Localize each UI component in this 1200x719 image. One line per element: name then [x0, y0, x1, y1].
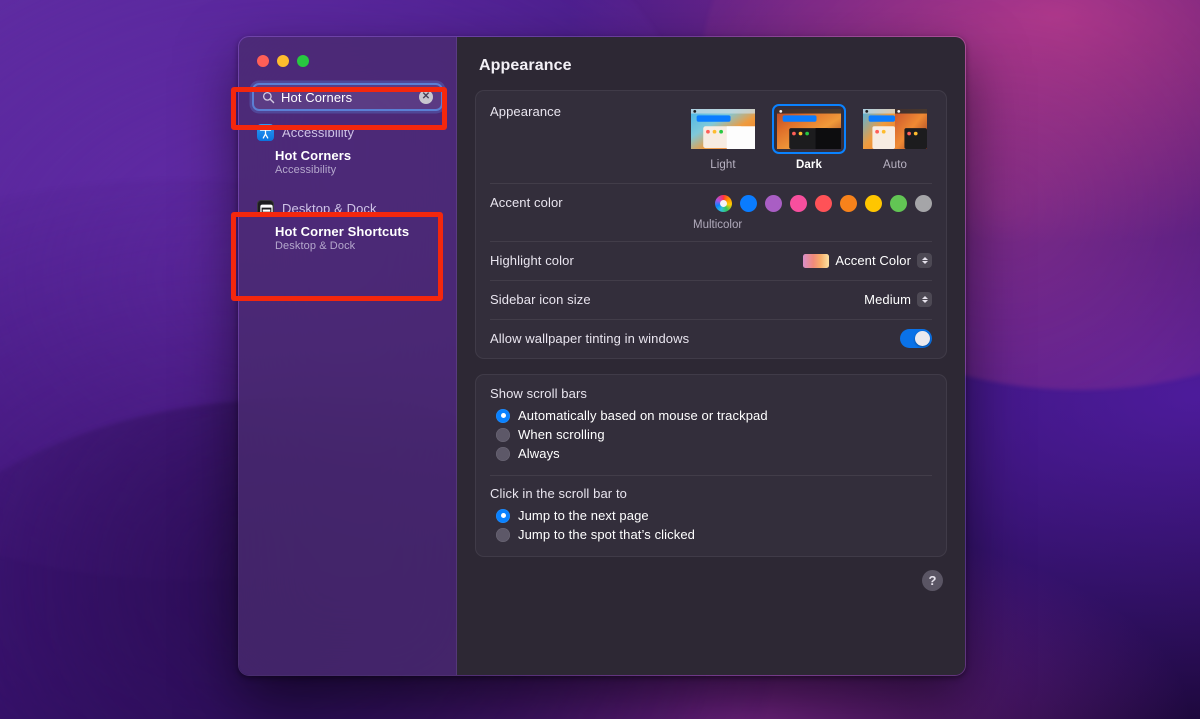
appearance-label: Appearance [490, 104, 562, 119]
show-scroll-bars-section: Show scroll bars Automatically based on … [476, 375, 946, 475]
radio-button[interactable] [496, 408, 510, 423]
page-title: Appearance [479, 57, 572, 74]
radio-label: When scrolling [518, 427, 605, 442]
appearance-option-label: Light [710, 159, 736, 171]
accent-swatch-orange[interactable] [840, 195, 857, 212]
highlight-color-value: Accent Color [835, 253, 911, 268]
sidebar-icon-size-value: Medium [864, 292, 911, 307]
appearance-options: Light Dark Auto [686, 104, 932, 171]
accent-swatch-yellow[interactable] [865, 195, 882, 212]
radio-label: Jump to the next page [518, 508, 649, 523]
scroll-bar-settings-card: Show scroll bars Automatically based on … [475, 374, 947, 557]
radio-option-when-scrolling[interactable]: When scrolling [490, 425, 932, 444]
toggle-knob [915, 331, 930, 346]
accent-color-label: Accent color [490, 195, 563, 210]
radio-option-next-page[interactable]: Jump to the next page [490, 506, 932, 525]
radio-label: Automatically based on mouse or trackpad [518, 408, 768, 423]
appearance-thumb-ring-selected [772, 104, 846, 154]
result-subtitle: Accessibility [275, 164, 337, 176]
radio-option-spot-clicked[interactable]: Jump to the spot that’s clicked [490, 525, 932, 544]
result-group-label: Accessibility [282, 125, 355, 140]
minimize-button[interactable] [277, 55, 289, 67]
appearance-thumbnail-auto [863, 109, 927, 153]
result-item-hot-corner-shortcuts[interactable]: Hot Corner Shortcuts Desktop & Dock [239, 221, 456, 260]
search-icon [262, 91, 275, 104]
radio-button[interactable] [496, 508, 510, 523]
result-item-hot-corners[interactable]: Hot Corners Accessibility [239, 145, 456, 184]
appearance-thumbnail-dark [777, 109, 841, 153]
scroll-bar-click-section: Click in the scroll bar to Jump to the n… [476, 475, 946, 556]
accent-swatch-purple[interactable] [765, 195, 782, 212]
chevron-updown-icon[interactable] [917, 292, 932, 307]
result-title: Hot Corners [275, 148, 352, 163]
appearance-option-label: Auto [882, 159, 908, 171]
result-title: Hot Corner Shortcuts [275, 224, 410, 239]
wallpaper-tinting-row: Allow wallpaper tinting in windows [476, 319, 946, 358]
zoom-button[interactable] [297, 55, 309, 67]
result-group-accessibility[interactable]: Accessibility [239, 117, 456, 145]
radio-button[interactable] [496, 446, 510, 461]
appearance-option-light[interactable]: Light [686, 104, 760, 171]
accent-swatch-graphite[interactable] [915, 195, 932, 212]
appearance-option-label: Dark [796, 159, 822, 171]
show-scroll-bars-heading: Show scroll bars [490, 386, 587, 401]
radio-option-automatic[interactable]: Automatically based on mouse or trackpad [490, 406, 932, 425]
result-group-desktop-dock[interactable]: Desktop & Dock [239, 184, 456, 221]
wallpaper-tinting-toggle[interactable] [900, 329, 932, 348]
chevron-updown-icon[interactable] [917, 253, 932, 268]
result-subtitle: Desktop & Dock [275, 240, 356, 252]
result-group-label: Desktop & Dock [282, 201, 377, 216]
sidebar-icon-size-label: Sidebar icon size [490, 292, 591, 307]
radio-label: Always [518, 446, 560, 461]
accent-swatch-multicolor[interactable] [715, 195, 732, 212]
desktop-wallpaper: Hot Corners ✕ Accessibility Hot Corners … [0, 0, 1200, 719]
accent-color-row: Accent color Multicolor [476, 183, 946, 241]
radio-option-always[interactable]: Always [490, 444, 932, 463]
help-button[interactable]: ? [922, 570, 943, 591]
highlight-color-swatch [803, 253, 830, 268]
search-results-list: Accessibility Hot Corners Accessibility [239, 111, 456, 260]
sidebar: Hot Corners ✕ Accessibility Hot Corners … [239, 37, 457, 675]
traffic-light-controls [239, 37, 456, 67]
appearance-option-auto[interactable]: Auto [858, 104, 932, 171]
accent-swatch-red[interactable] [815, 195, 832, 212]
sidebar-icon-size-select[interactable]: Medium [864, 292, 932, 307]
accent-swatches [715, 195, 932, 212]
appearance-option-dark[interactable]: Dark [772, 104, 846, 171]
search-container: Hot Corners ✕ [239, 67, 456, 111]
accessibility-icon [257, 124, 274, 141]
accent-color-picker: Multicolor [693, 195, 932, 231]
system-settings-window: Hot Corners ✕ Accessibility Hot Corners … [238, 36, 966, 676]
appearance-thumbnail-light [691, 109, 755, 153]
radio-label: Jump to the spot that’s clicked [518, 527, 696, 542]
appearance-thumb-ring [686, 104, 760, 154]
wallpaper-tinting-label: Allow wallpaper tinting in windows [490, 331, 690, 346]
accent-swatch-blue[interactable] [740, 195, 757, 212]
radio-button[interactable] [496, 527, 510, 542]
accent-swatch-green[interactable] [890, 195, 907, 212]
content-pane: Appearance Appearance Light Dark Auto Ac… [457, 37, 965, 675]
accent-swatch-pink[interactable] [790, 195, 807, 212]
close-button[interactable] [257, 55, 269, 67]
radio-button[interactable] [496, 427, 510, 442]
appearance-thumb-ring [858, 104, 932, 154]
highlight-color-row: Highlight color Accent Color [476, 241, 946, 280]
highlight-color-label: Highlight color [490, 253, 574, 268]
scroll-bar-click-heading: Click in the scroll bar to [490, 486, 627, 501]
search-input[interactable]: Hot Corners [281, 91, 419, 104]
search-field[interactable]: Hot Corners ✕ [252, 83, 443, 111]
highlight-color-select[interactable]: Accent Color [803, 253, 932, 268]
clear-search-icon[interactable]: ✕ [419, 90, 433, 104]
appearance-row: Appearance Light Dark Auto [476, 91, 946, 183]
accent-caption: Multicolor [693, 219, 743, 231]
sidebar-icon-size-row: Sidebar icon size Medium [476, 280, 946, 319]
desktop-dock-icon [257, 200, 274, 217]
appearance-settings-card: Appearance Light Dark Auto Accent color … [475, 90, 947, 359]
